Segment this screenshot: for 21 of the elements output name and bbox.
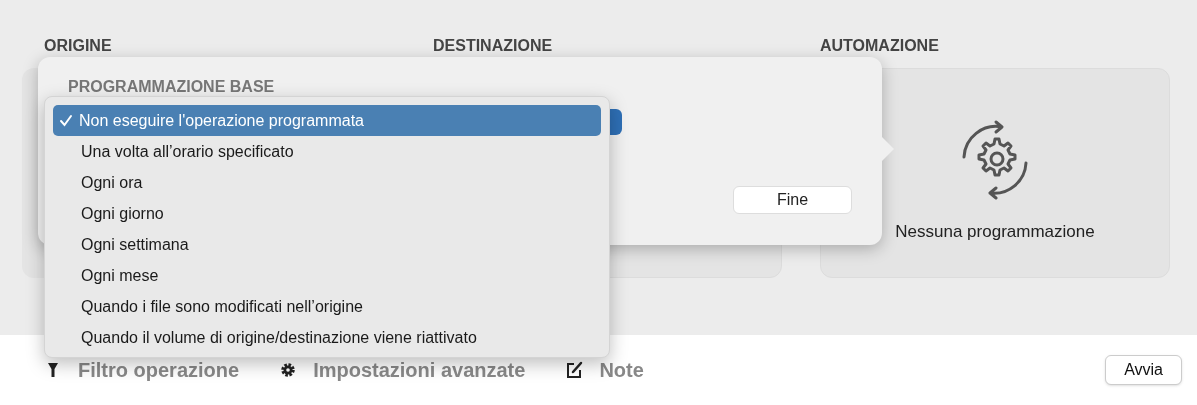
toolbar-item[interactable]: Filtro operazione bbox=[44, 355, 240, 385]
menu-item[interactable]: Ogni giorno bbox=[53, 198, 601, 229]
menu-item[interactable]: Quando i file sono modificati nell’origine bbox=[53, 291, 601, 322]
automation-status: Nessuna programmazione bbox=[895, 221, 1095, 244]
column-heading: ORIGINE bbox=[44, 36, 113, 56]
menu-item[interactable]: Non eseguire l'operazione programmata bbox=[53, 105, 601, 136]
toolbar-item[interactable]: Note bbox=[565, 355, 644, 385]
checkmark-icon bbox=[59, 113, 73, 128]
edit-note-icon bbox=[565, 360, 584, 380]
menu-item[interactable]: Ogni settimana bbox=[53, 229, 601, 260]
done-button[interactable]: Fine bbox=[733, 186, 852, 214]
start-button[interactable]: Avvia bbox=[1105, 355, 1182, 385]
column-heading: DESTINAZIONE bbox=[433, 36, 554, 56]
toolbar-item[interactable]: Impostazioni avanzate bbox=[279, 355, 526, 385]
gear-icon bbox=[279, 360, 298, 380]
section-title: PROGRAMMAZIONE BASE bbox=[68, 77, 275, 97]
menu-item[interactable]: Ogni mese bbox=[53, 260, 601, 291]
column-heading: AUTOMAZIONE bbox=[820, 36, 940, 56]
menu-item[interactable]: Quando il volume di origine/destinazione viene riattivato bbox=[53, 322, 601, 353]
menu-item[interactable]: Una volta all’orario specificato bbox=[53, 136, 601, 167]
menu-item[interactable]: Ogni ora bbox=[53, 167, 601, 198]
